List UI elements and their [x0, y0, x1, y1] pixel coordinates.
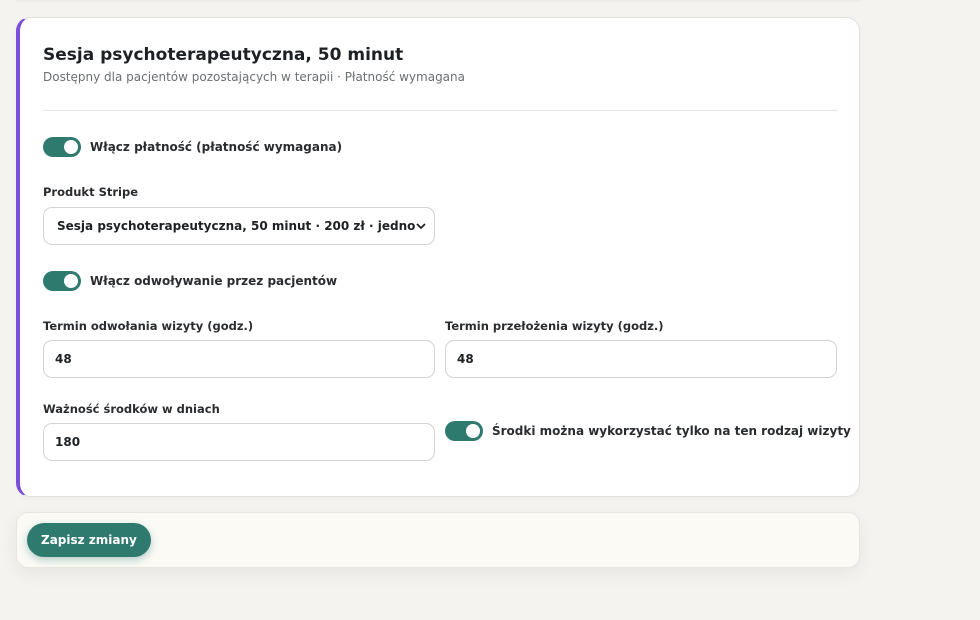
payment-toggle[interactable]: [43, 137, 81, 157]
credit-validity-label: Ważność środków w dniach: [43, 402, 220, 416]
toggle-knob: [64, 274, 78, 288]
payment-toggle-row[interactable]: Włącz płatność (płatność wymagana): [43, 137, 342, 157]
card-title: Sesja psychoterapeutyczna, 50 minut: [43, 45, 404, 65]
cancel-deadline-label: Termin odwołania wizyty (godz.): [43, 319, 254, 333]
cancel-toggle-label: Włącz odwoływanie przez pacjentów: [90, 274, 338, 288]
payment-toggle-label: Włącz płatność (płatność wymagana): [90, 140, 343, 154]
stripe-product-selected-value: Sesja psychoterapeutyczna, 50 minut · 20…: [57, 219, 416, 233]
credit-validity-input[interactable]: 180: [43, 423, 435, 461]
credit-restrict-toggle-row[interactable]: Środki można wykorzystać tylko na ten ro…: [445, 421, 851, 441]
toggle-knob: [64, 140, 78, 154]
reschedule-deadline-label: Termin przełożenia wizyty (godz.): [445, 319, 664, 333]
footer-bar: Zapisz zmiany: [16, 512, 860, 568]
stripe-product-select[interactable]: Sesja psychoterapeutyczna, 50 minut · 20…: [43, 207, 435, 245]
previous-card-edge: [16, 0, 860, 2]
divider: [43, 110, 838, 111]
chevron-down-icon: [416, 220, 426, 233]
stripe-product-label: Produkt Stripe: [43, 185, 138, 199]
reschedule-deadline-input[interactable]: 48: [445, 340, 837, 378]
toggle-knob: [466, 424, 480, 438]
appointment-type-card: Sesja psychoterapeutyczna, 50 minut Dost…: [16, 17, 860, 497]
credit-restrict-toggle-label: Środki można wykorzystać tylko na ten ro…: [492, 424, 851, 438]
card-subtitle: Dostępny dla pacjentów pozostających w t…: [43, 70, 465, 84]
credit-restrict-toggle[interactable]: [445, 421, 483, 441]
cancel-toggle-row[interactable]: Włącz odwoływanie przez pacjentów: [43, 271, 337, 291]
cancel-deadline-input[interactable]: 48: [43, 340, 435, 378]
cancel-toggle[interactable]: [43, 271, 81, 291]
save-button[interactable]: Zapisz zmiany: [27, 523, 151, 557]
